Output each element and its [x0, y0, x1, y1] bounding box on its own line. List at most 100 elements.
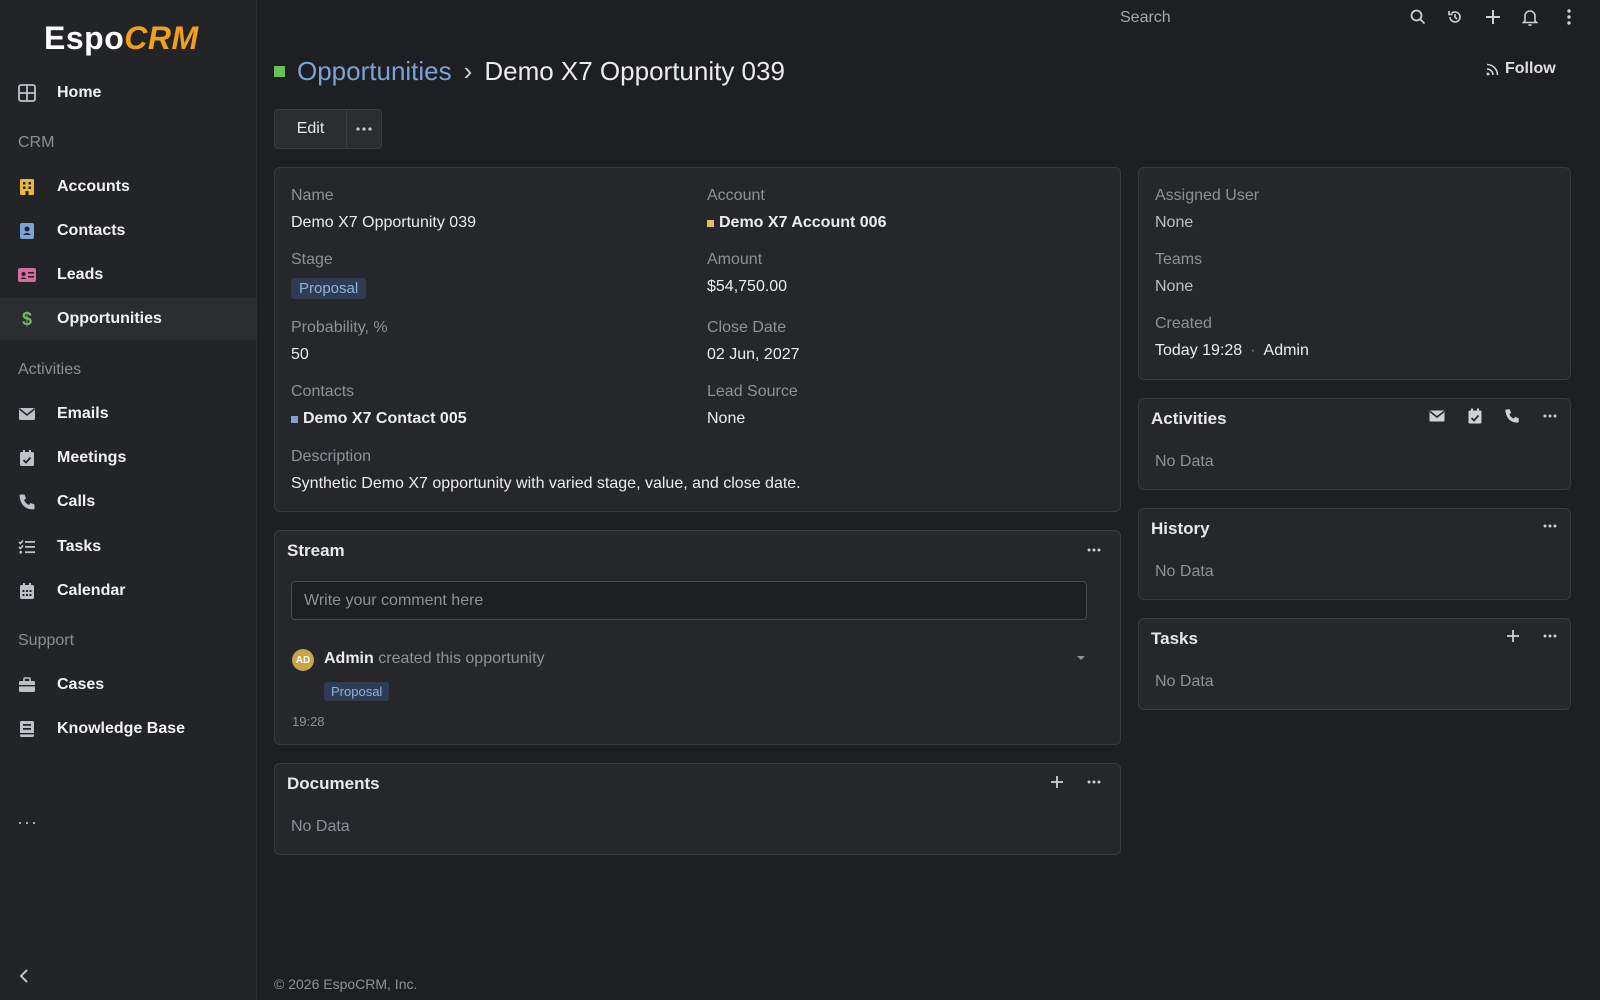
stream-menu-button[interactable] — [1083, 539, 1105, 561]
stream-entry: Admin created this opportunity — [324, 650, 545, 668]
sidebar-item-cases[interactable]: Cases — [0, 664, 257, 706]
sidebar-item-accounts[interactable]: Accounts — [0, 166, 257, 208]
calendar-check-icon — [1468, 408, 1482, 424]
more-actions-button[interactable] — [347, 110, 381, 148]
logo-text-espo: Espo — [44, 19, 125, 56]
ellipsis-icon — [1543, 634, 1557, 638]
field-value-created: Today 19:28 · Admin — [1155, 342, 1309, 360]
stage-badge: Proposal — [291, 278, 367, 299]
envelope-icon — [17, 404, 37, 424]
stream-entry-dropdown[interactable] — [1070, 647, 1092, 669]
stream-entry-time: 19:28 — [292, 714, 325, 729]
documents-title: Documents — [287, 774, 380, 793]
documents-menu-button[interactable] — [1083, 771, 1105, 793]
briefcase-icon — [17, 675, 37, 695]
ellipsis-icon — [1087, 548, 1101, 552]
kebab-menu-icon[interactable] — [1558, 6, 1580, 28]
sidebar-section-crm: CRM — [18, 134, 55, 151]
sidebar-item-opportunities[interactable]: $ Opportunities — [0, 298, 257, 340]
history-no-data: No Data — [1155, 563, 1214, 580]
sidebar-item-contacts[interactable]: Contacts — [0, 210, 257, 252]
calendar-grid-icon — [17, 581, 37, 601]
created-date: Today 19:28 — [1155, 342, 1243, 359]
phone-icon — [17, 492, 37, 512]
bell-icon[interactable] — [1519, 6, 1541, 28]
caret-down-icon — [1077, 656, 1085, 660]
ellipsis-icon — [1543, 414, 1557, 418]
contact-name: Demo X7 Contact 005 — [303, 410, 467, 427]
comment-input[interactable] — [291, 581, 1087, 620]
documents-no-data: No Data — [291, 818, 350, 835]
field-value-lead-source: None — [707, 410, 746, 427]
sidebar-item-label: Knowledge Base — [57, 720, 186, 737]
field-value-assigned-user: None — [1155, 214, 1194, 231]
search-icon[interactable] — [1407, 6, 1429, 28]
follow-button[interactable]: Follow — [1486, 60, 1556, 78]
sidebar-item-label: Opportunities — [57, 310, 162, 327]
page-title: Demo X7 Opportunity 039 — [484, 55, 785, 86]
task-list-icon — [17, 537, 37, 557]
plus-icon — [1507, 630, 1519, 642]
phone-icon — [1505, 409, 1519, 423]
activities-menu-button[interactable] — [1539, 405, 1561, 427]
account-name: Demo X7 Account 006 — [719, 214, 887, 231]
global-search-input[interactable] — [1120, 6, 1390, 30]
stream-title: Stream — [287, 541, 345, 560]
schedule-meeting-button[interactable] — [1464, 405, 1486, 427]
sidebar-item-label: Emails — [57, 405, 109, 422]
breadcrumb-opportunities-link[interactable]: Opportunities — [297, 56, 452, 87]
follow-label: Follow — [1505, 60, 1556, 77]
ellipsis-icon — [356, 127, 372, 131]
history-icon[interactable] — [1444, 6, 1466, 28]
sidebar-item-calendar[interactable]: Calendar — [0, 570, 257, 612]
sidebar-item-home[interactable]: Home — [0, 72, 257, 114]
field-label-created: Created — [1155, 315, 1212, 332]
edit-button[interactable]: Edit — [275, 110, 347, 148]
sidebar-item-calls[interactable]: Calls — [0, 481, 257, 523]
field-label-amount: Amount — [707, 251, 763, 268]
sidebar-item-label: Contacts — [57, 222, 126, 239]
book-icon — [17, 719, 37, 739]
chevron-left-icon — [19, 969, 28, 983]
home-grid-icon — [17, 83, 37, 103]
activities-panel: Activities No Data — [1138, 398, 1571, 490]
tasks-add-button[interactable] — [1502, 625, 1524, 647]
tasks-no-data: No Data — [1155, 673, 1214, 690]
sidebar-item-leads[interactable]: Leads — [0, 254, 257, 296]
app-logo[interactable]: EspoCRM — [44, 16, 199, 60]
field-label-probability: Probability, % — [291, 319, 388, 336]
field-value-contact-link[interactable]: Demo X7 Contact 005 — [291, 410, 467, 428]
documents-panel: Documents No Data — [274, 763, 1121, 855]
sidebar-item-label: Meetings — [57, 449, 127, 466]
plus-icon[interactable] — [1482, 6, 1504, 28]
field-label-teams: Teams — [1155, 251, 1203, 268]
documents-add-button[interactable] — [1046, 771, 1068, 793]
sidebar-item-tasks[interactable]: Tasks — [0, 526, 257, 568]
sidebar-item-meetings[interactable]: Meetings — [0, 437, 257, 479]
field-label-close-date: Close Date — [707, 319, 787, 336]
sidebar-item-label: Calendar — [57, 582, 126, 599]
field-label-stage: Stage — [291, 251, 333, 268]
envelope-icon — [1429, 410, 1445, 422]
stream-entry-user[interactable]: Admin — [324, 650, 374, 667]
tasks-menu-button[interactable] — [1539, 625, 1561, 647]
created-by-user[interactable]: Admin — [1264, 342, 1309, 360]
log-call-button[interactable] — [1501, 405, 1523, 427]
sidebar-item-label: Leads — [57, 266, 104, 283]
compose-email-button[interactable] — [1426, 405, 1448, 427]
sidebar-item-label: Home — [57, 84, 102, 101]
breadcrumb-separator: › — [463, 55, 473, 86]
history-menu-button[interactable] — [1539, 515, 1561, 537]
ellipsis-icon — [1087, 780, 1101, 784]
ellipsis-icon — [1543, 524, 1557, 528]
field-value-account-link[interactable]: Demo X7 Account 006 — [707, 214, 886, 232]
sidebar-item-label: Tasks — [57, 538, 102, 555]
history-panel: History No Data — [1138, 508, 1571, 600]
sidebar-collapse-button[interactable] — [18, 968, 30, 989]
rss-icon — [1486, 63, 1499, 75]
sidebar-item-knowledge-base[interactable]: Knowledge Base — [0, 708, 257, 750]
sidebar-item-emails[interactable]: Emails — [0, 393, 257, 435]
sidebar-section-support: Support — [18, 632, 75, 649]
field-label-description: Description — [291, 448, 372, 465]
sidebar-more-button[interactable]: ··· — [17, 812, 38, 833]
